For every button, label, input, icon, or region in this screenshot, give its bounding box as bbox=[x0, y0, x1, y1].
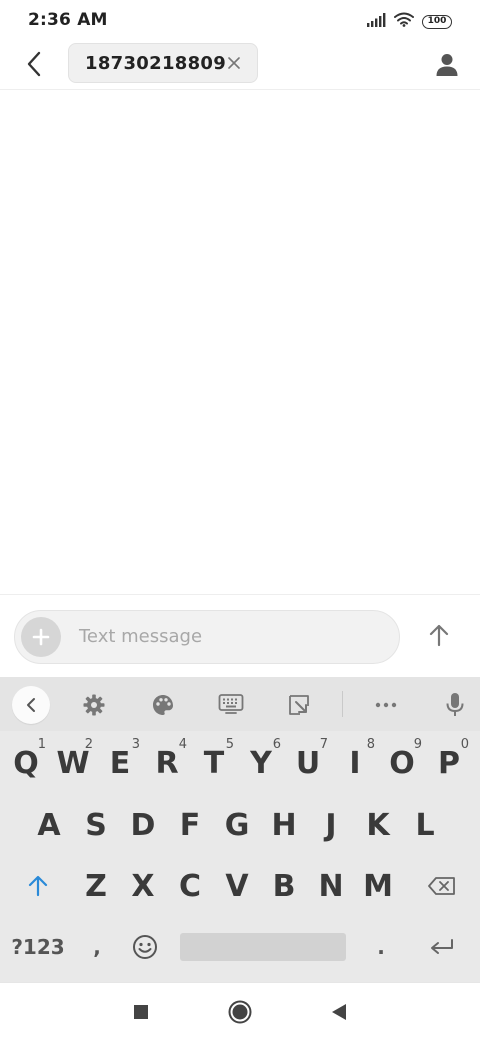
key-row-2: A S D F G H J K L bbox=[0, 797, 480, 853]
keyboard-icon bbox=[218, 694, 244, 714]
back-button[interactable] bbox=[18, 48, 50, 80]
wifi-icon bbox=[394, 12, 414, 31]
status-icons: 100 bbox=[366, 12, 452, 31]
enter-icon bbox=[431, 939, 453, 954]
key-v[interactable]: V bbox=[214, 858, 260, 914]
message-input[interactable]: Text message bbox=[79, 626, 202, 647]
key-p[interactable]: P0 bbox=[427, 735, 471, 791]
recents-button[interactable] bbox=[126, 997, 156, 1027]
space-key[interactable] bbox=[180, 933, 346, 961]
battery-icon: 100 bbox=[422, 14, 452, 29]
backspace-key[interactable] bbox=[414, 858, 470, 914]
key-o[interactable]: O9 bbox=[380, 735, 424, 791]
attach-button[interactable] bbox=[21, 617, 61, 657]
home-icon bbox=[228, 1000, 252, 1024]
key-row-4: ?123 , . bbox=[0, 919, 480, 975]
enter-key[interactable] bbox=[414, 919, 470, 975]
status-bar: 2:36 AM 100 bbox=[0, 0, 480, 40]
recents-icon bbox=[134, 1005, 148, 1019]
system-navigation-bar bbox=[0, 982, 480, 1040]
shift-key[interactable] bbox=[10, 858, 66, 914]
resize-button[interactable] bbox=[284, 690, 314, 720]
period-key[interactable]: . bbox=[358, 919, 404, 975]
key-q[interactable]: Q1 bbox=[4, 735, 48, 791]
more-options-button[interactable] bbox=[371, 690, 401, 720]
shift-arrow-icon bbox=[28, 875, 48, 897]
key-y[interactable]: Y6 bbox=[239, 735, 283, 791]
nav-back-button[interactable] bbox=[324, 997, 354, 1027]
key-x[interactable]: X bbox=[120, 858, 166, 914]
back-arrow-icon bbox=[27, 51, 41, 77]
close-icon bbox=[228, 57, 240, 69]
compose-box: Text message bbox=[14, 610, 400, 664]
key-r[interactable]: R4 bbox=[145, 735, 189, 791]
symbols-key[interactable]: ?123 bbox=[10, 919, 66, 975]
signal-icon bbox=[366, 12, 386, 31]
send-button[interactable] bbox=[424, 620, 454, 650]
key-w[interactable]: W2 bbox=[51, 735, 95, 791]
collapse-toolbar-button[interactable] bbox=[12, 686, 50, 724]
chevron-left-icon bbox=[27, 698, 35, 712]
emoji-icon bbox=[133, 935, 157, 959]
send-arrow-icon bbox=[429, 624, 449, 647]
key-a[interactable]: A bbox=[26, 797, 72, 853]
keyboard-toolbar bbox=[0, 677, 480, 731]
key-c[interactable]: C bbox=[167, 858, 213, 914]
key-l[interactable]: L bbox=[402, 797, 448, 853]
settings-button[interactable] bbox=[79, 690, 109, 720]
key-f[interactable]: F bbox=[167, 797, 213, 853]
key-row-1: Q1 W2 E3 R4 T5 Y6 U7 I8 O9 P0 bbox=[0, 735, 480, 791]
theme-button[interactable] bbox=[148, 690, 178, 720]
message-thread bbox=[0, 91, 480, 594]
voice-input-button[interactable] bbox=[440, 690, 470, 720]
mic-icon bbox=[446, 693, 464, 716]
conversation-header: 18730218809 bbox=[0, 40, 480, 90]
toolbar-divider bbox=[342, 691, 343, 717]
home-button[interactable] bbox=[225, 997, 255, 1027]
recipient-number: 18730218809 bbox=[85, 52, 227, 74]
key-m[interactable]: M bbox=[355, 858, 401, 914]
emoji-key[interactable] bbox=[122, 919, 168, 975]
backspace-icon bbox=[428, 877, 455, 895]
palette-icon bbox=[153, 695, 173, 715]
key-i[interactable]: I8 bbox=[333, 735, 377, 791]
key-k[interactable]: K bbox=[355, 797, 401, 853]
composer-bar: Text message bbox=[0, 594, 480, 676]
key-d[interactable]: D bbox=[120, 797, 166, 853]
key-b[interactable]: B bbox=[261, 858, 307, 914]
plus-icon bbox=[32, 628, 50, 646]
back-icon bbox=[332, 1004, 346, 1020]
keyboard-layout-button[interactable] bbox=[216, 690, 246, 720]
key-g[interactable]: G bbox=[214, 797, 260, 853]
key-z[interactable]: Z bbox=[73, 858, 119, 914]
recipient-chip[interactable]: 18730218809 bbox=[68, 43, 258, 83]
add-contact-button[interactable] bbox=[430, 48, 464, 82]
key-n[interactable]: N bbox=[308, 858, 354, 914]
status-time: 2:36 AM bbox=[28, 10, 108, 30]
key-u[interactable]: U7 bbox=[286, 735, 330, 791]
key-row-3: Z X C V B N M bbox=[0, 858, 480, 914]
key-s[interactable]: S bbox=[73, 797, 119, 853]
key-h[interactable]: H bbox=[261, 797, 307, 853]
more-icon bbox=[375, 702, 397, 708]
key-t[interactable]: T5 bbox=[192, 735, 236, 791]
gear-icon bbox=[83, 694, 105, 716]
remove-recipient-button[interactable] bbox=[225, 54, 243, 72]
person-icon bbox=[436, 54, 458, 76]
resize-icon bbox=[289, 695, 309, 715]
key-e[interactable]: E3 bbox=[98, 735, 142, 791]
keyboard: Q1 W2 E3 R4 T5 Y6 U7 I8 O9 P0 A S D F G … bbox=[0, 677, 480, 982]
comma-key[interactable]: , bbox=[74, 919, 120, 975]
key-j[interactable]: J bbox=[308, 797, 354, 853]
